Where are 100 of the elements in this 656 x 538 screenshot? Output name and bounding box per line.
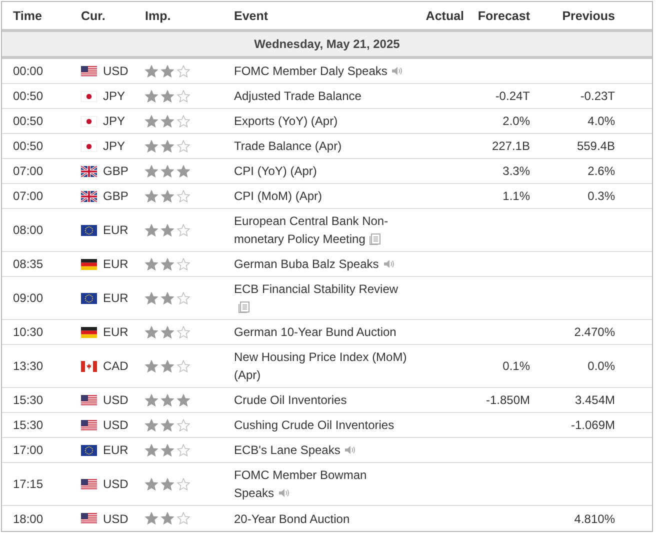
time-cell-text: 15:30 — [12, 418, 44, 432]
event-name[interactable]: Cushing Crude Oil Inventories — [234, 416, 417, 434]
currency-cell: USD — [103, 418, 128, 432]
event-name[interactable]: FOMC Member Daly Speaks — [234, 62, 417, 80]
event-name[interactable]: New Housing Price Index (MoM) (Apr) — [234, 348, 417, 384]
filled-star-icon — [161, 292, 174, 304]
filled-star-icon — [145, 190, 158, 202]
filled-star-icon — [161, 394, 174, 406]
time-cell-text: 17:00 — [12, 443, 44, 457]
filled-star-icon — [161, 64, 174, 78]
column-header: Actual — [424, 8, 464, 22]
filled-star-icon — [145, 140, 158, 152]
time-cell-text: 08:00 — [12, 223, 44, 237]
filled-star-icon — [161, 164, 174, 178]
time-cell-text: 10:30 — [12, 325, 44, 339]
forecast-value: 227.1B — [492, 139, 530, 153]
event-name[interactable]: Exports (YoY) (Apr) — [234, 112, 417, 130]
event-name[interactable]: 20-Year Bond Auction — [234, 510, 417, 528]
filled-star-icon — [161, 512, 174, 525]
time-cell-text: 13:30 — [12, 359, 44, 373]
forecast-value: -0.24T — [495, 89, 530, 103]
previous-value: 4.810% — [574, 512, 615, 526]
filled-star-icon — [145, 478, 158, 490]
speaker-icon — [382, 258, 395, 270]
time-cell-text: 15:30 — [12, 393, 44, 407]
empty-star-icon — [177, 512, 190, 525]
currency-cell: EUR — [103, 223, 128, 237]
forecast-value: 3.3% — [502, 164, 530, 178]
previous-value: 0.0% — [588, 359, 615, 373]
event-name[interactable]: Trade Balance (Apr) — [234, 137, 417, 155]
event-name[interactable]: FOMC Member Bowman Speaks — [234, 466, 417, 502]
germany-flag-icon — [81, 326, 97, 338]
time-cell-text: 08:35 — [12, 257, 44, 271]
eu-flag-icon — [81, 224, 97, 236]
speaker-icon — [391, 65, 404, 77]
time-cell-text: 18:00 — [12, 512, 44, 526]
usa-flag-icon — [81, 420, 97, 430]
event-name[interactable]: ECB's Lane Speaks — [234, 441, 417, 459]
event-name[interactable]: German 10-Year Bund Auction — [234, 323, 417, 341]
filled-star-icon — [161, 90, 174, 102]
empty-star-icon — [177, 114, 190, 128]
usa-flag-icon — [81, 513, 97, 524]
event-name[interactable]: ECB Financial Stability Review — [234, 280, 417, 316]
germany-flag-icon — [81, 258, 97, 270]
filled-star-icon — [145, 360, 158, 372]
time-cell-text: 00:00 — [12, 64, 44, 78]
forecast-value: -1.850M — [486, 393, 530, 407]
currency-cell: USD — [103, 64, 128, 78]
filled-star-icon — [177, 164, 190, 178]
filled-star-icon — [145, 90, 158, 102]
event-name[interactable]: European Central Bank Non-monetary Policy Meeting — [234, 212, 417, 248]
eu-flag-icon — [81, 444, 97, 456]
filled-star-icon — [161, 224, 174, 236]
column-header: Event — [234, 8, 270, 22]
time-cell-text: 00:50 — [12, 89, 44, 103]
currency-cell: USD — [103, 393, 128, 407]
currency-cell: USD — [103, 512, 128, 526]
time-cell-text: 00:50 — [12, 139, 44, 153]
time-cell-text: 00:50 — [12, 114, 44, 128]
empty-star-icon — [177, 444, 190, 456]
forecast-value: 1.1% — [502, 189, 530, 203]
previous-value: 0.3% — [588, 189, 615, 203]
column-header: Time — [12, 8, 43, 22]
filled-star-icon — [161, 258, 174, 270]
currency-cell: USD — [103, 477, 128, 491]
currency-cell: EUR — [103, 325, 128, 339]
filled-star-icon — [161, 418, 174, 432]
previous-value: 2.470% — [574, 325, 615, 339]
event-name[interactable]: Crude Oil Inventories — [234, 391, 417, 409]
eu-flag-icon — [81, 292, 97, 304]
event-name[interactable]: Adjusted Trade Balance — [234, 87, 417, 105]
filled-star-icon — [145, 164, 158, 178]
filled-star-icon — [145, 326, 158, 338]
filled-star-icon — [177, 394, 190, 406]
previous-value: 559.4B — [576, 139, 615, 153]
event-name[interactable]: CPI (MoM) (Apr) — [234, 187, 417, 205]
time-cell-text: 07:00 — [12, 189, 44, 203]
filled-star-icon — [145, 444, 158, 456]
uk-flag-icon — [81, 190, 97, 202]
previous-value: -1.069M — [570, 418, 615, 432]
time-cell-text: 07:00 — [12, 164, 44, 178]
empty-star-icon — [177, 258, 190, 270]
event-name[interactable]: CPI (YoY) (Apr) — [234, 162, 417, 180]
column-header: Cur. — [81, 8, 106, 22]
document-icon — [238, 301, 250, 313]
usa-flag-icon — [81, 66, 97, 76]
currency-cell: EUR — [103, 443, 128, 457]
canada-flag-icon — [81, 360, 97, 372]
previous-value: -0.23T — [580, 89, 615, 103]
forecast-value: 2.0% — [502, 114, 530, 128]
event-name[interactable]: German Buba Balz Speaks — [234, 255, 417, 273]
previous-value: 3.454M — [574, 393, 615, 407]
date-header: Wednesday, May 21, 2025 — [2, 32, 652, 59]
filled-star-icon — [161, 326, 174, 338]
previous-value: 2.6% — [588, 164, 615, 178]
time-cell-text: 09:00 — [12, 291, 44, 305]
japan-flag-icon — [81, 140, 97, 152]
filled-star-icon — [145, 114, 158, 128]
filled-star-icon — [145, 64, 158, 78]
column-header: Imp. — [145, 8, 172, 22]
